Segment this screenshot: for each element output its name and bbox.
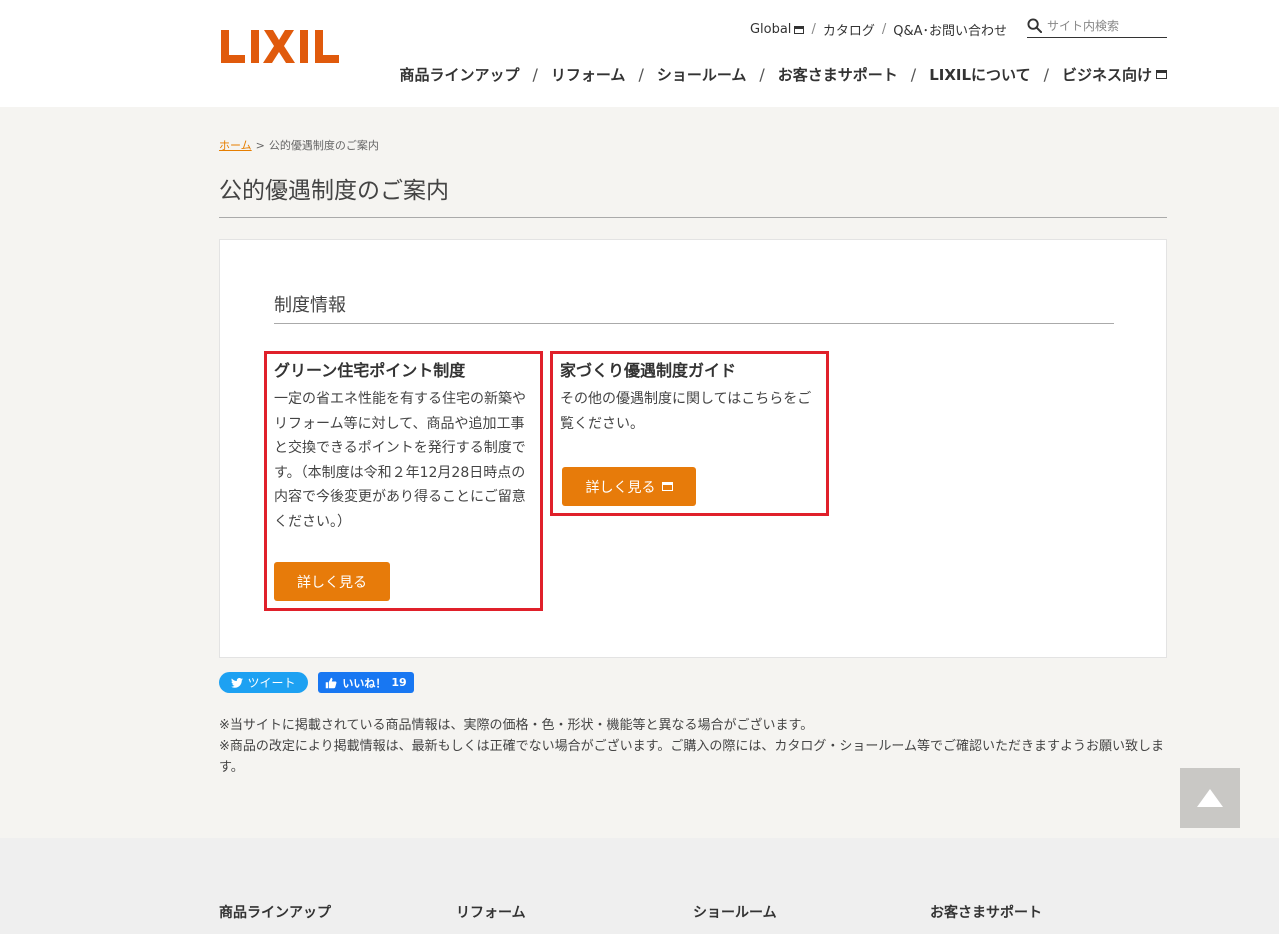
footer-link-reform[interactable]: リフォーム	[456, 902, 526, 922]
breadcrumb-current: 公的優遇制度のご案内	[268, 139, 379, 152]
nav-item-showroom[interactable]: ショールーム	[657, 64, 747, 85]
nav-separator: /	[532, 65, 538, 84]
disclaimer-notes: ※当サイトに掲載されている商品情報は、実際の価格・色・形状・機能等と異なる場合が…	[219, 715, 1167, 778]
nav-item-business[interactable]: ビジネス向け	[1062, 64, 1167, 85]
disclaimer-line: ※当サイトに掲載されている商品情報は、実際の価格・色・形状・機能等と異なる場合が…	[219, 718, 814, 733]
nav-item-reform[interactable]: リフォーム	[551, 64, 626, 85]
lixil-logo[interactable]	[219, 24, 345, 68]
nav-separator: /	[910, 65, 917, 84]
breadcrumb-separator: >	[255, 138, 265, 152]
title-divider	[219, 217, 1167, 218]
arrow-up-icon	[1197, 789, 1223, 807]
nav-separator: /	[759, 65, 765, 84]
new-window-icon	[1156, 70, 1167, 79]
nav-item-support[interactable]: お客さまサポート	[778, 64, 898, 85]
site-footer: 商品ラインアップ リフォーム ショールーム お客さまサポート	[0, 838, 1279, 934]
section-divider	[274, 323, 1114, 324]
util-link-qa-contact[interactable]: Q&A･お問い合わせ	[893, 20, 1007, 39]
card-heading: グリーン住宅ポイント制度	[274, 361, 466, 380]
page-title: 公的優遇制度のご案内	[219, 178, 449, 204]
search-input[interactable]	[1047, 18, 1165, 33]
breadcrumb: ホーム > 公的優遇制度のご案内	[219, 137, 379, 153]
twitter-bird-icon	[231, 677, 244, 688]
util-separator: /	[811, 22, 816, 37]
util-separator: /	[881, 22, 887, 37]
nav-separator: /	[1043, 65, 1049, 84]
card-heading: 家づくり優遇制度ガイド	[560, 361, 737, 380]
site-search	[1027, 14, 1167, 38]
card-green-housing-points: グリーン住宅ポイント制度 一定の省エネ性能を有する住宅の新築やリフォーム等に対し…	[264, 351, 543, 611]
like-count: 19	[391, 676, 407, 689]
footer-link-products[interactable]: 商品ラインアップ	[219, 902, 331, 922]
nav-separator: /	[638, 65, 644, 84]
footer-link-support[interactable]: お客さまサポート	[930, 902, 1042, 922]
utility-nav: Global / カタログ / Q&A･お問い合わせ	[750, 20, 1007, 39]
card-body: その他の優遇制度に関してはこちらをご覧ください。	[560, 391, 812, 432]
card-housebuilding-guide: 家づくり優遇制度ガイド その他の優遇制度に関してはこちらをご覧ください。 詳しく…	[550, 351, 829, 516]
tweet-button[interactable]: ツイート	[219, 672, 308, 693]
back-to-top-button[interactable]	[1180, 768, 1240, 828]
new-window-icon	[794, 25, 805, 34]
global-nav: 商品ラインアップ / リフォーム / ショールーム / お客さまサポート / L…	[399, 64, 1167, 85]
new-window-icon	[661, 482, 673, 491]
site-header: Global / カタログ / Q&A･お問い合わせ 商品ラインアップ / リフ…	[0, 0, 1279, 107]
nav-item-about[interactable]: LIXILについて	[929, 64, 1030, 85]
thumbs-up-icon	[326, 677, 337, 688]
disclaimer-line: ※商品の改定により掲載情報は、最新もしくは正確でない場合がございます。ご購入の際…	[219, 739, 1164, 775]
search-icon[interactable]	[1027, 18, 1042, 33]
breadcrumb-home-link[interactable]: ホーム	[219, 137, 252, 153]
section-title: 制度情報	[274, 295, 346, 316]
content-panel: 制度情報 グリーン住宅ポイント制度 一定の省エネ性能を有する住宅の新築やリフォー…	[219, 239, 1167, 658]
card-body: 一定の省エネ性能を有する住宅の新築やリフォーム等に対して、商品や追加工事と交換で…	[274, 391, 526, 530]
util-link-catalog[interactable]: カタログ	[823, 20, 875, 39]
details-button-external[interactable]: 詳しく見る	[562, 467, 696, 506]
facebook-like-button[interactable]: いいね！ 19	[318, 672, 414, 693]
details-button[interactable]: 詳しく見る	[274, 562, 390, 601]
footer-link-showroom[interactable]: ショールーム	[693, 902, 777, 922]
util-link-global[interactable]: Global	[750, 22, 805, 37]
nav-item-products[interactable]: 商品ラインアップ	[399, 64, 519, 85]
